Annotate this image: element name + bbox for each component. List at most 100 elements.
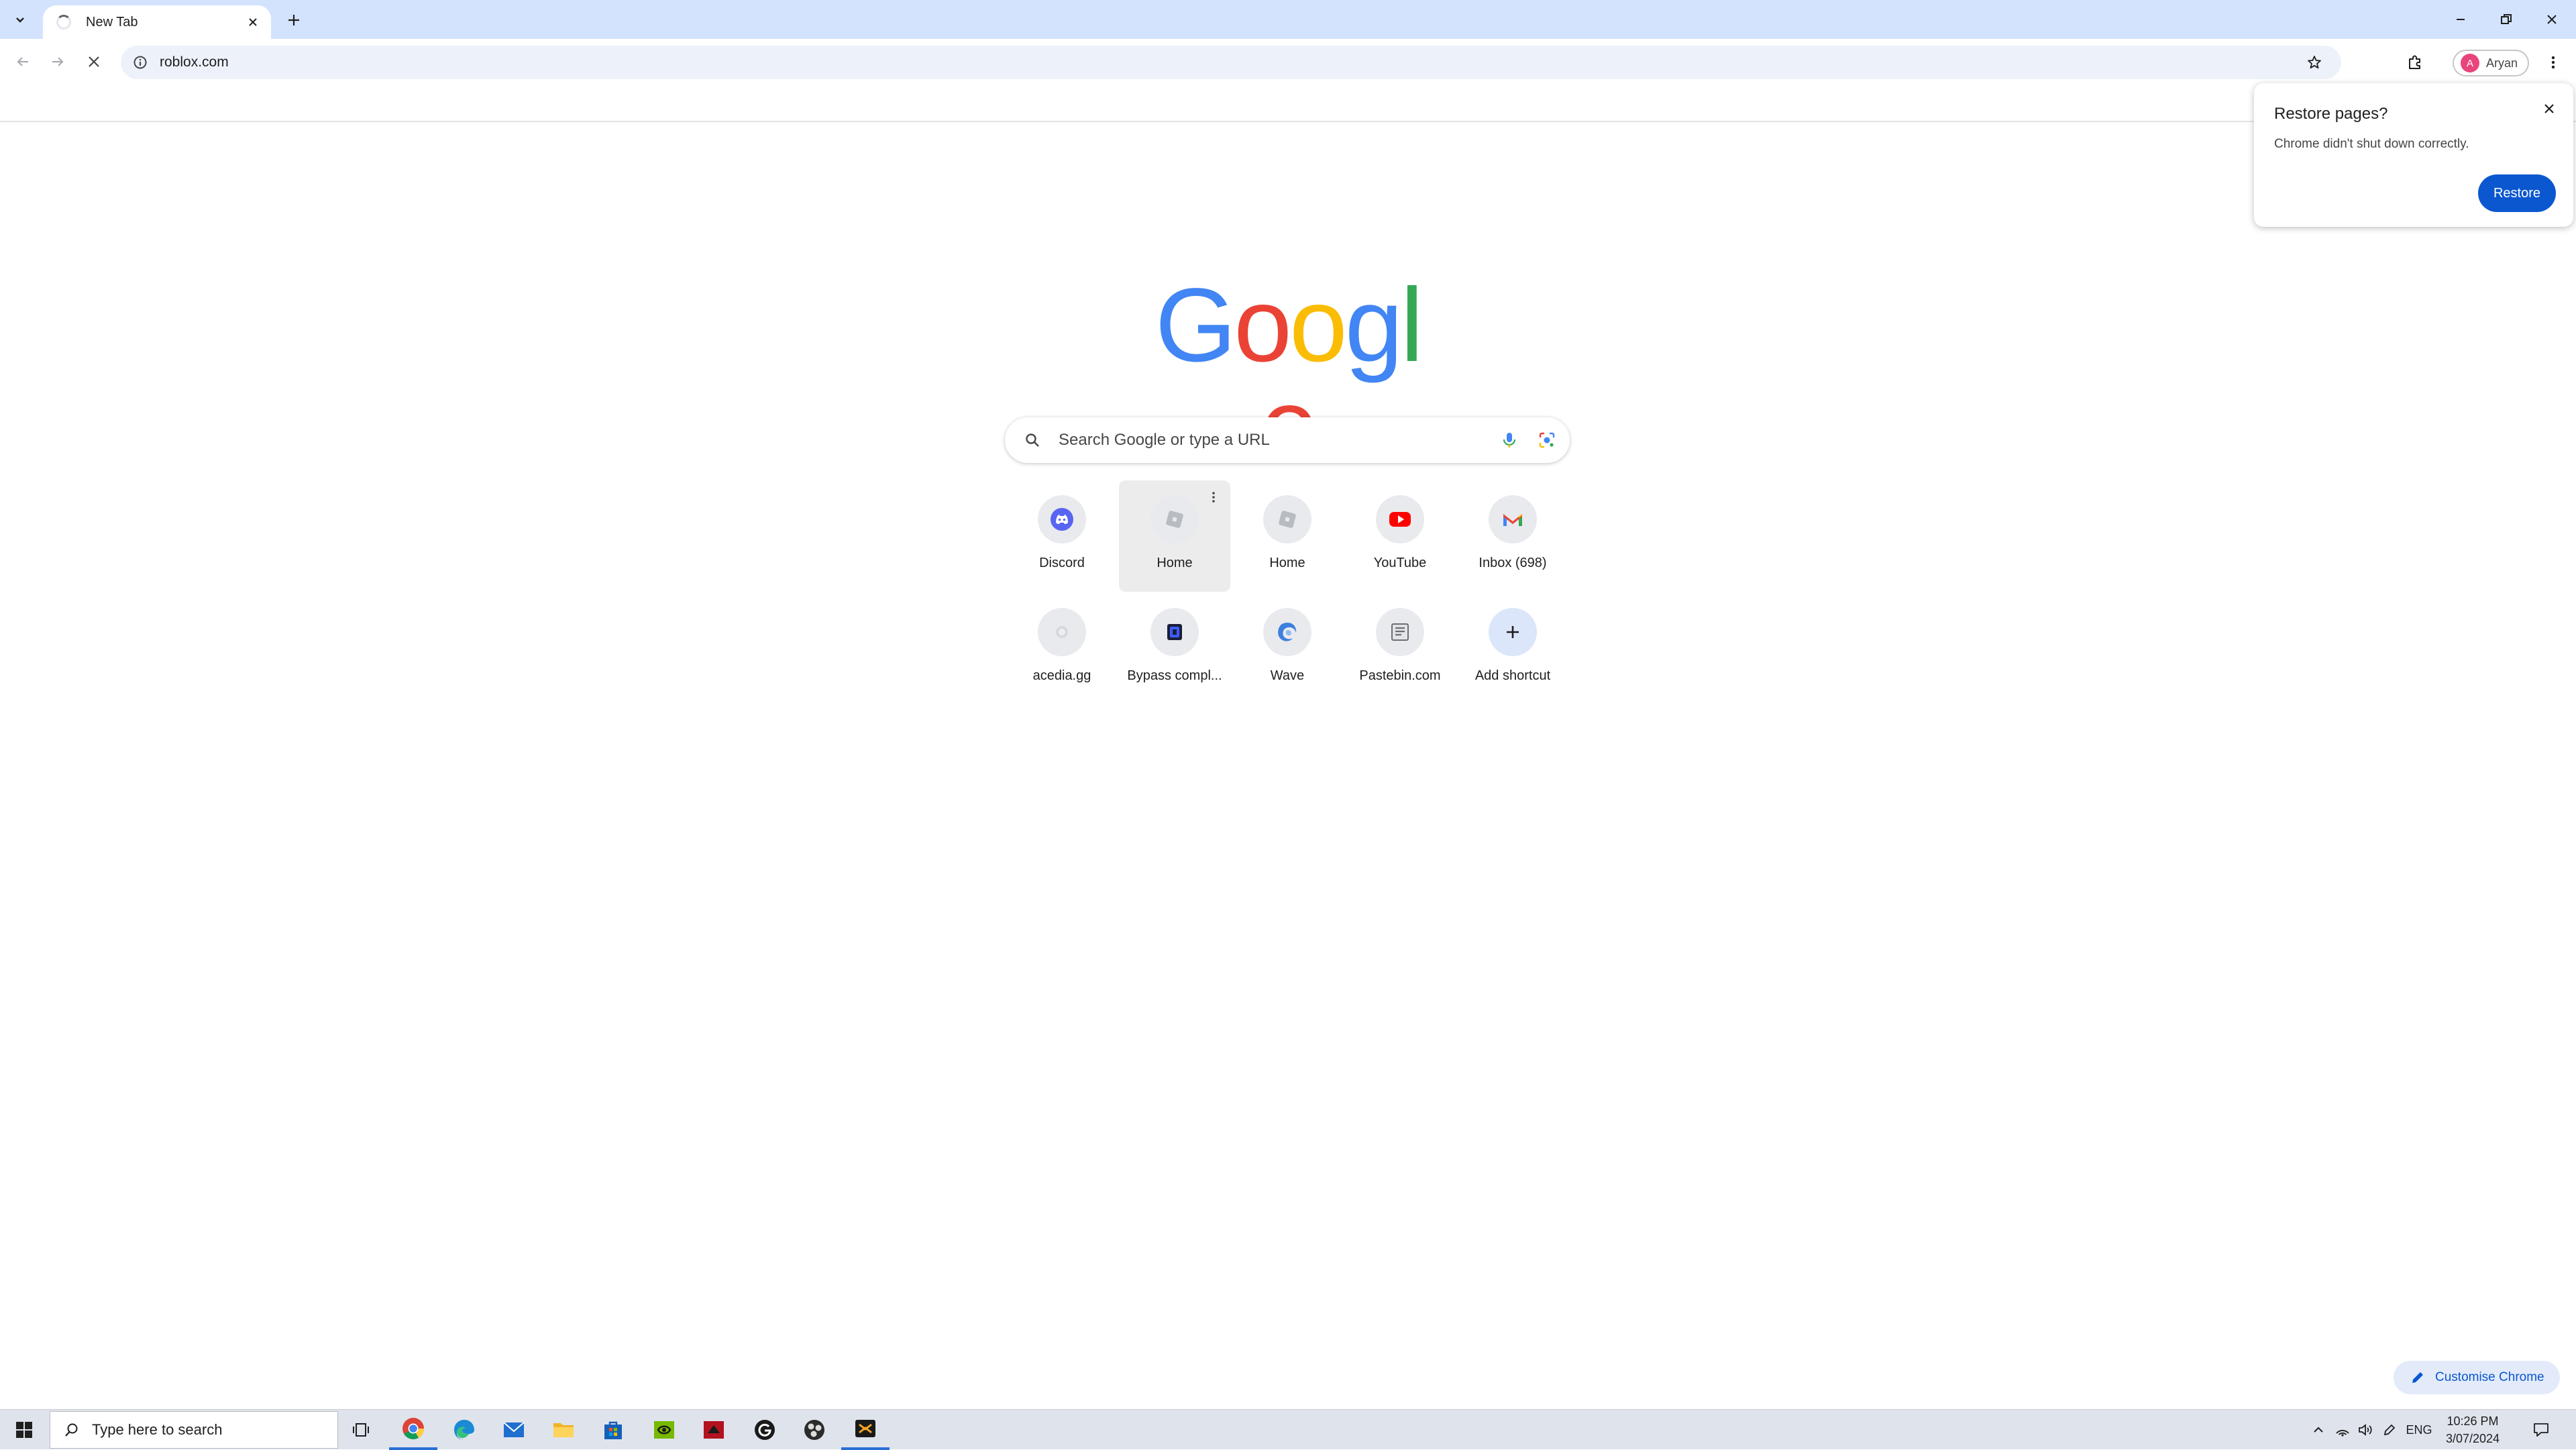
roblox-icon [1279,511,1296,528]
dialog-message: Chrome didn't shut down correctly. [2274,137,2469,151]
close-window-button[interactable] [2529,4,2575,35]
tab-close-button[interactable] [241,11,264,34]
edge-icon [454,1420,474,1440]
customise-chrome-label: Customise Chrome [2435,1370,2544,1384]
taskbar-app-g[interactable] [741,1410,789,1450]
profile-button[interactable]: A Aryan [2453,50,2529,76]
red-app-icon [704,1421,724,1439]
input-language[interactable]: ENG [2404,1410,2434,1450]
shortcut-tile[interactable]: Discord [1006,480,1118,592]
taskbar-search-input[interactable] [91,1420,337,1439]
star-icon [2308,56,2321,69]
stop-loading-button[interactable] [79,47,109,76]
shortcut-label: Wave [1270,668,1305,683]
add-shortcut-tile[interactable]: Add shortcut [1457,593,1568,705]
search-box[interactable] [1005,417,1570,463]
chrome-menu-button[interactable] [2538,48,2568,77]
voice-search-button[interactable] [1495,425,1524,455]
discord-icon [1051,508,1073,531]
shortcut-more-button[interactable] [1203,487,1224,507]
taskbar-app-edge[interactable] [440,1410,488,1450]
customise-chrome-button[interactable]: Customise Chrome [2394,1361,2560,1394]
extensions-button[interactable] [2400,48,2430,77]
taskbar-search[interactable] [50,1411,338,1449]
loading-spinner-icon [56,15,71,30]
taskbar: ENG 10:26 PM 3/07/2024 [0,1409,2576,1450]
shortcut-tile[interactable]: Bypass compl... [1119,593,1230,705]
info-icon [133,56,147,69]
taskbar-app-store[interactable] [589,1410,637,1450]
restore-window-button[interactable] [2483,4,2529,35]
forward-button[interactable] [43,47,72,76]
tab-new-tab[interactable]: New Tab [43,5,271,39]
kebab-menu-icon [2551,56,2555,69]
taskbar-app-roblox-studio[interactable] [841,1410,890,1450]
taskbar-app-chrome[interactable] [389,1410,437,1450]
close-icon [2547,15,2557,24]
shortcut-label: Inbox (698) [1479,556,1547,570]
clock[interactable]: 10:26 PM 3/07/2024 [2434,1410,2512,1450]
site-info-button[interactable] [130,52,150,72]
dialog-close-button[interactable] [2536,95,2563,122]
taskbar-app-nvidia[interactable] [640,1410,688,1450]
back-button[interactable] [8,47,38,76]
shortcut-label: Discord [1039,556,1085,570]
volume-button[interactable] [2355,1410,2376,1450]
restore-window-icon [2501,14,2512,24]
task-view-button[interactable] [338,1410,386,1450]
pen-button[interactable] [2379,1410,2400,1450]
shortcut-tile[interactable]: Home [1232,480,1343,592]
search-icon [62,1420,81,1439]
restore-button[interactable]: Restore [2478,174,2556,212]
taskbar-app-file-explorer[interactable] [539,1410,588,1450]
folder-icon [553,1423,574,1437]
start-button[interactable] [0,1410,48,1450]
nvidia-icon [654,1421,674,1439]
shortcut-tile[interactable]: Inbox (698) [1457,480,1568,592]
close-icon [89,56,99,67]
show-hidden-icons-button[interactable] [2308,1410,2329,1450]
shortcut-tile[interactable]: Wave [1232,593,1343,705]
taskbar-app-mail[interactable] [490,1410,538,1450]
shortcut-tile[interactable]: Pastebin.com [1344,593,1456,705]
search-input[interactable] [1057,426,1495,454]
url-text[interactable]: roblox.com [160,54,2300,70]
shortcut-label: Home [1157,556,1193,570]
chevron-up-icon [2314,1427,2323,1433]
bookmark-bar [0,86,2576,122]
shortcut-icon-circle [1150,495,1199,543]
address-bar[interactable]: roblox.com [121,46,2341,79]
google-logo: Google [1147,267,1429,478]
network-button[interactable] [2332,1410,2353,1450]
shortcut-label: acedia.gg [1032,668,1091,683]
pen-icon [2383,1424,2396,1436]
tab-title: New Tab [86,14,138,30]
taskbar-app-obs[interactable] [790,1410,839,1450]
pencil-icon [2410,1369,2426,1386]
taskbar-app-red[interactable] [690,1410,738,1450]
shortcut-label: YouTube [1373,556,1427,570]
network-icon [2336,1430,2349,1437]
shortcut-tile[interactable]: acedia.gg [1006,593,1118,705]
shortcut-icon-circle [1263,608,1311,656]
g-circle-icon [755,1420,775,1440]
store-icon [604,1421,622,1439]
dialog-title: Restore pages? [2274,105,2388,123]
shortcut-tile[interactable]: YouTube [1344,480,1456,592]
search-icon [1022,430,1042,450]
minimize-button[interactable] [2438,4,2483,35]
puzzle-icon [2409,55,2420,69]
bookmark-star-button[interactable] [2300,48,2329,77]
shortcut-label: Home [1269,556,1305,570]
microphone-icon [1503,433,1516,448]
logo-letter: l [1400,267,1424,384]
plus-icon [288,15,299,25]
notifications-button[interactable] [2524,1410,2559,1450]
shortcut-label: Pastebin.com [1359,668,1441,683]
tab-search-button[interactable] [5,8,35,32]
new-tab-button[interactable] [280,8,307,32]
shortcut-tile[interactable]: Home [1119,480,1230,592]
shortcut-icon-circle [1263,495,1311,543]
close-icon [2544,104,2554,113]
lens-search-button[interactable] [1532,425,1562,455]
